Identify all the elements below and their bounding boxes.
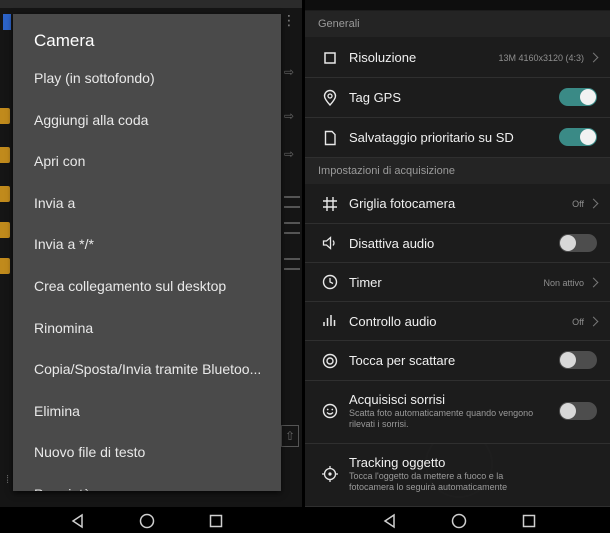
gps-toggle[interactable] [559, 88, 597, 106]
setting-label: Risoluzione [349, 50, 417, 65]
menu-item-send-to-any[interactable]: Invia a */* [34, 226, 274, 262]
list-handle-icon [284, 222, 300, 234]
setting-row-touch-capture[interactable]: Tocca per scattare [305, 341, 610, 381]
setting-row-gps[interactable]: Tag GPS [305, 78, 610, 118]
nav-back-icon[interactable] [382, 513, 398, 529]
background-folder-marker [0, 147, 10, 163]
speaker-icon [322, 236, 335, 250]
toggle-knob [560, 403, 576, 419]
menu-item-create-shortcut[interactable]: Crea collegamento sul desktop [34, 268, 274, 304]
setting-value: 13M 4160x3120 (4:3) [498, 53, 584, 63]
audio-bars-icon [323, 315, 336, 326]
sd-priority-toggle[interactable] [559, 128, 597, 146]
context-menu: Camera Play (in sottofondo) Aggiungi all… [13, 14, 281, 491]
chevron-right-icon [590, 199, 600, 209]
setting-label: Salvataggio prioritario su SD [349, 130, 514, 145]
toggle-knob [560, 352, 576, 368]
arrow-right-icon: ⇨ [284, 65, 295, 79]
setting-label: Tag GPS [349, 90, 402, 105]
setting-label: Tocca per scattare [349, 353, 456, 368]
section-header-capture: Impostazioni di acquisizione [305, 158, 610, 184]
setting-label: Controllo audio [349, 314, 437, 329]
setting-row-smile-capture[interactable]: Acquisisci sorrisi Scatta foto automatic… [305, 381, 610, 444]
menu-item-delete[interactable]: Elimina [34, 393, 274, 429]
chevron-right-icon [590, 278, 600, 288]
menu-item-send-to[interactable]: Invia a [34, 185, 274, 221]
touch-capture-toggle[interactable] [559, 351, 597, 369]
setting-value: Off [572, 317, 584, 327]
file-manager-pane: ⋮ ⇨ ⇨ ⇨ ⇧ ⁞ Camera Play (in sottofondo) … [0, 0, 302, 533]
mute-toggle[interactable] [559, 234, 597, 252]
nav-home-icon[interactable] [139, 513, 155, 529]
background-status-strip [0, 0, 302, 8]
crosshair-icon [322, 466, 338, 482]
toggle-knob [560, 235, 576, 251]
setting-row-timer[interactable]: Timer Non attivo [305, 263, 610, 302]
setting-value: Off [572, 199, 584, 209]
menu-item-copy-move-bluetooth[interactable]: Copia/Sposta/Invia tramite Bluetoo... [34, 351, 274, 387]
setting-row-grid[interactable]: Griglia fotocamera Off [305, 184, 610, 224]
setting-row-resolution[interactable]: Risoluzione 13M 4160x3120 (4:3) [305, 37, 610, 78]
status-strip [305, 0, 610, 10]
sd-document-icon [324, 130, 336, 146]
smile-icon [322, 403, 338, 419]
background-folder-marker [0, 222, 10, 238]
background-folder-marker [0, 108, 10, 124]
setting-row-mute[interactable]: Disattiva audio [305, 224, 610, 263]
hash-grid-icon [323, 197, 337, 211]
target-circle-icon [322, 353, 338, 369]
square-outline-icon [324, 52, 336, 64]
menu-item-rename[interactable]: Rinomina [34, 310, 274, 346]
setting-row-sd-priority[interactable]: Salvataggio prioritario su SD [305, 118, 610, 158]
menu-item-new-text-file[interactable]: Nuovo file di testo [34, 434, 274, 470]
background-app-icon [3, 14, 11, 30]
arrow-up-icon: ⇧ [281, 425, 299, 447]
android-nav-bar [0, 507, 302, 533]
menu-item-properties[interactable]: Proprietà [34, 476, 274, 491]
context-menu-title: Camera [34, 31, 95, 50]
setting-description: Scatta foto automaticamente quando vengo… [349, 408, 534, 429]
toggle-knob [580, 89, 596, 105]
nav-back-icon[interactable] [70, 513, 86, 529]
nav-recents-icon[interactable] [208, 513, 224, 529]
toggle-knob [580, 129, 596, 145]
location-pin-icon [323, 89, 337, 107]
setting-label: Tracking oggetto [349, 455, 446, 470]
android-nav-bar [305, 507, 610, 533]
setting-label: Griglia fotocamera [349, 196, 456, 211]
smile-capture-toggle[interactable] [559, 402, 597, 420]
nav-home-icon[interactable] [451, 513, 467, 529]
menu-item-play-background[interactable]: Play (in sottofondo) [34, 60, 274, 96]
chevron-right-icon [590, 317, 600, 327]
nav-recents-icon[interactable] [521, 513, 537, 529]
screenshot-root: ⋮ ⇨ ⇨ ⇨ ⇧ ⁞ Camera Play (in sottofondo) … [0, 0, 610, 533]
list-handle-icon [284, 196, 300, 208]
menu-item-open-with[interactable]: Apri con [34, 143, 274, 179]
menu-item-add-to-queue[interactable]: Aggiungi alla coda [34, 102, 274, 138]
setting-label: Disattiva audio [349, 236, 435, 251]
overflow-menu-icon[interactable]: ⋮ [282, 13, 296, 32]
chevron-right-icon [590, 53, 600, 63]
setting-row-audio-control[interactable]: Controllo audio Off [305, 302, 610, 341]
arrow-right-icon: ⇨ [284, 109, 295, 123]
background-folder-marker [0, 258, 10, 274]
camera-settings-pane: Generali Risoluzione 13M 4160x3120 (4:3)… [305, 0, 610, 533]
section-header-general: Generali [305, 11, 610, 37]
setting-value: Non attivo [543, 278, 584, 288]
setting-label: Timer [349, 275, 382, 290]
list-handle-icon [284, 258, 300, 270]
setting-label: Acquisisci sorrisi [349, 392, 446, 407]
background-folder-marker [0, 186, 10, 202]
arrow-right-icon: ⇨ [284, 147, 295, 161]
setting-description: Tocca l'oggetto da mettere a fuoco e la … [349, 471, 508, 492]
clock-icon [322, 274, 338, 290]
setting-row-object-tracking[interactable]: Tracking oggetto Tocca l'oggetto da mett… [305, 444, 610, 507]
